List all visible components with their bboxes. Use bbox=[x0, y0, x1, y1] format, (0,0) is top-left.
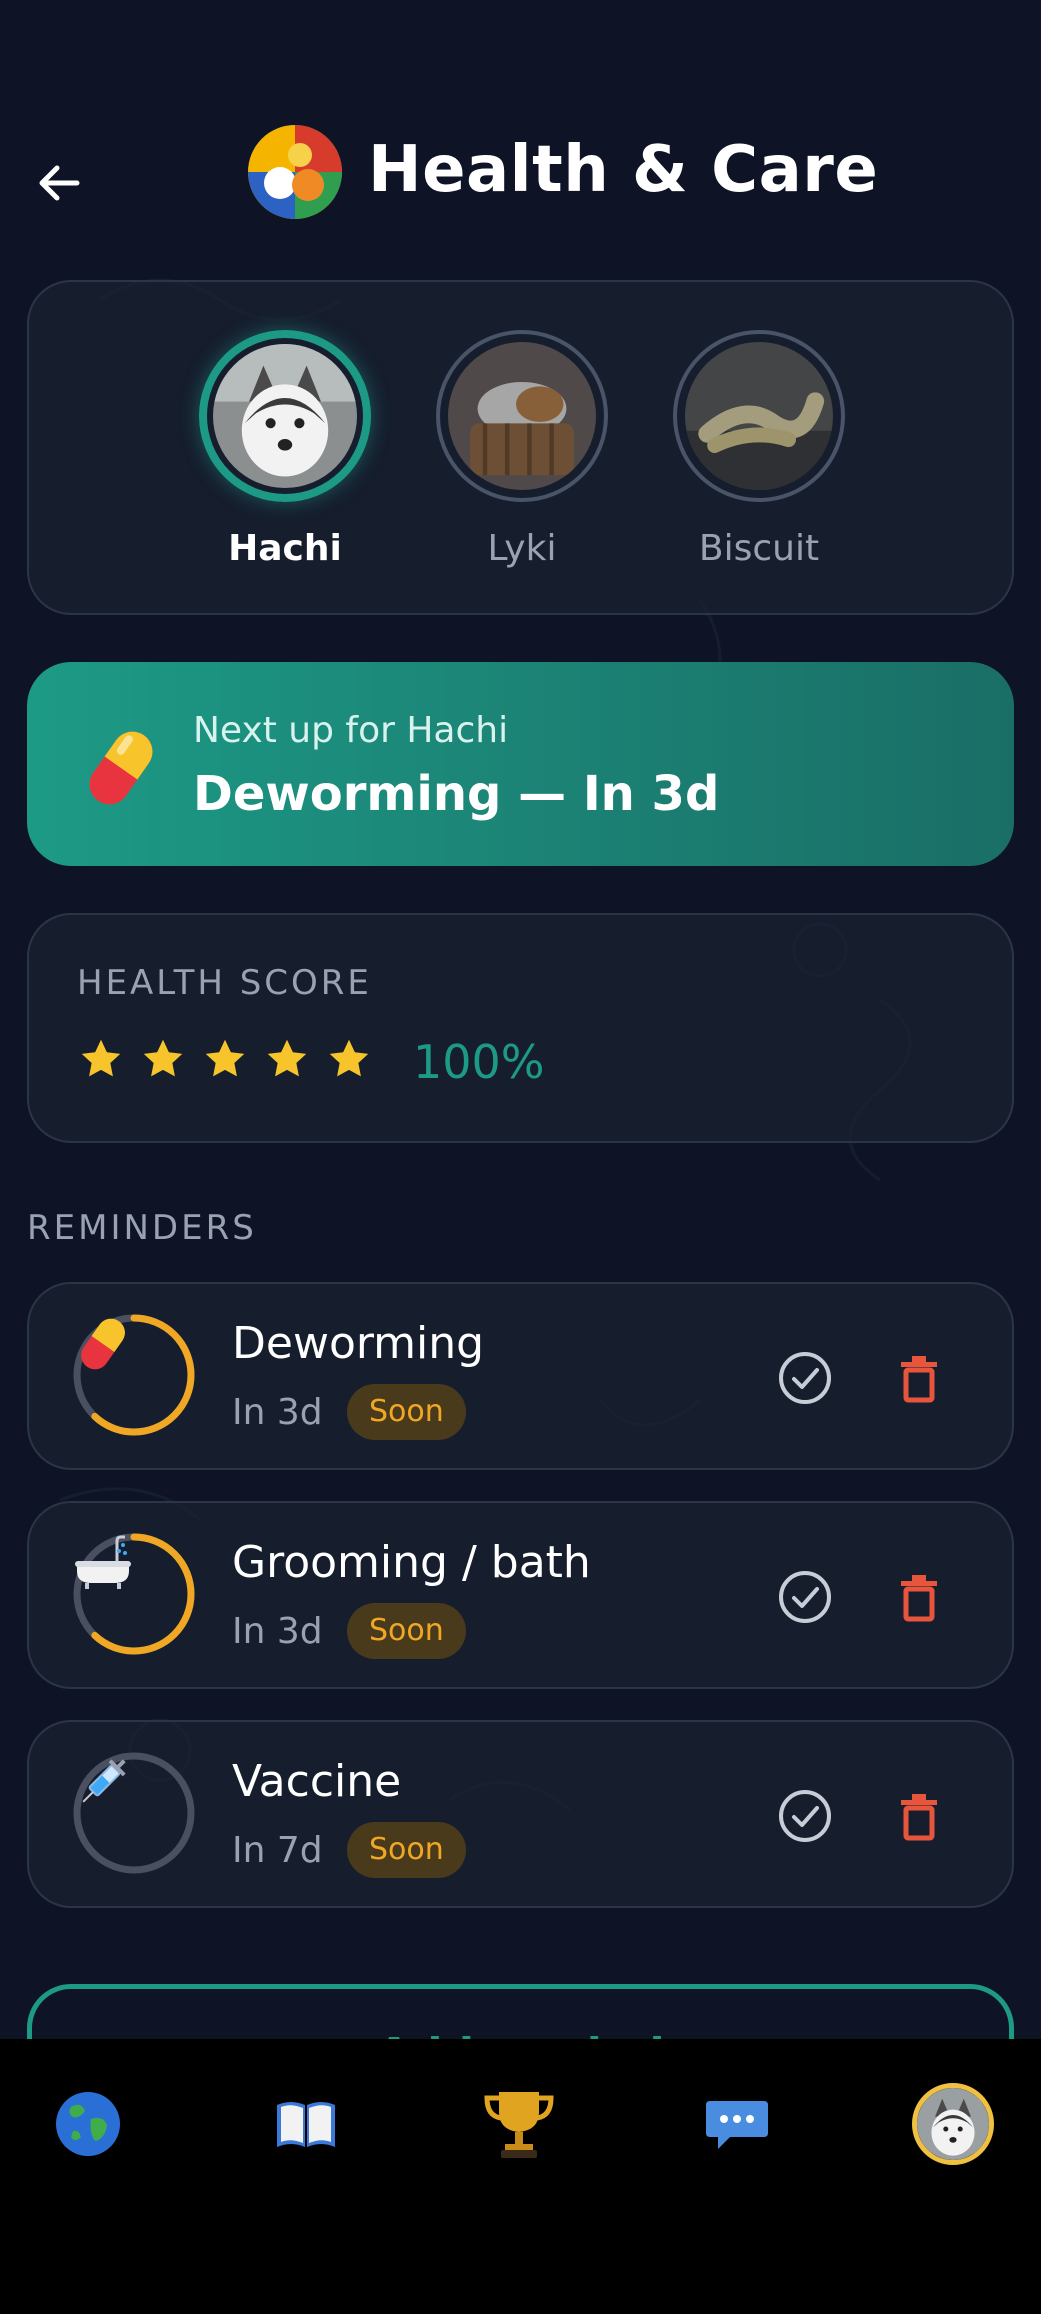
health-score-label: HEALTH SCORE bbox=[77, 963, 372, 1003]
next-up-label: Next up for Hachi bbox=[193, 710, 509, 751]
book-icon bbox=[277, 2102, 335, 2147]
pill-icon bbox=[71, 1312, 197, 1438]
pet-name: Lyki bbox=[487, 528, 557, 569]
profile-avatar bbox=[912, 2083, 994, 2165]
reminder-due: In 3d bbox=[232, 1611, 323, 1652]
reminder-due: In 3d bbox=[232, 1392, 323, 1433]
reminder-item[interactable]: Vaccine In 7d Soon bbox=[27, 1720, 1014, 1908]
nav-explore[interactable] bbox=[43, 2079, 133, 2169]
health-score-percent: 100% bbox=[413, 1035, 545, 1089]
reminder-title: Vaccine bbox=[232, 1756, 402, 1807]
pet-photo-dog bbox=[213, 344, 357, 488]
page-title: Health & Care bbox=[368, 133, 879, 207]
bathtub-icon bbox=[71, 1531, 197, 1657]
reminder-item[interactable]: Deworming In 3d Soon bbox=[27, 1282, 1014, 1470]
nav-profile[interactable] bbox=[908, 2079, 998, 2169]
progress-ring bbox=[71, 1750, 197, 1876]
nav-achievements[interactable] bbox=[474, 2079, 564, 2169]
star-icon bbox=[205, 1039, 245, 1077]
star-icon bbox=[267, 1039, 307, 1077]
status-badge: Soon bbox=[347, 1384, 466, 1440]
reminder-title: Grooming / bath bbox=[232, 1537, 591, 1588]
status-badge: Soon bbox=[347, 1822, 466, 1878]
back-button[interactable] bbox=[30, 153, 90, 213]
reminder-due: In 7d bbox=[232, 1830, 323, 1871]
next-up-banner[interactable]: Next up for Hachi Deworming — In 3d bbox=[27, 662, 1014, 866]
nav-messages[interactable] bbox=[692, 2079, 782, 2169]
progress-ring bbox=[71, 1531, 197, 1657]
pill-icon bbox=[75, 722, 167, 814]
trash-icon[interactable] bbox=[891, 1350, 947, 1406]
arrow-left-icon bbox=[39, 165, 80, 201]
star-icon bbox=[81, 1039, 121, 1077]
pet-biscuit[interactable]: Biscuit bbox=[673, 330, 845, 569]
syringe-icon bbox=[71, 1750, 197, 1876]
header: Health & Care bbox=[0, 115, 1041, 235]
check-circle-icon[interactable] bbox=[777, 1569, 833, 1625]
pet-name: Hachi bbox=[228, 528, 342, 569]
check-circle-icon[interactable] bbox=[777, 1788, 833, 1844]
next-up-value: Deworming — In 3d bbox=[193, 766, 720, 822]
star-rating bbox=[79, 1037, 371, 1081]
status-badge: Soon bbox=[347, 1603, 466, 1659]
trash-icon[interactable] bbox=[891, 1788, 947, 1844]
app-logo bbox=[248, 125, 342, 219]
globe-icon bbox=[56, 2092, 120, 2156]
nav-library[interactable] bbox=[261, 2079, 351, 2169]
trash-icon[interactable] bbox=[891, 1569, 947, 1625]
trophy-icon bbox=[484, 2092, 554, 2158]
pet-hachi[interactable]: Hachi bbox=[199, 330, 371, 569]
reminders-heading: REMINDERS bbox=[27, 1208, 257, 1248]
star-icon bbox=[143, 1039, 183, 1077]
reminder-title: Deworming bbox=[232, 1318, 485, 1369]
pet-photo-guinea-pig bbox=[448, 342, 596, 490]
health-score-card: HEALTH SCORE 100% bbox=[27, 913, 1014, 1143]
pet-selector: Hachi Lyki Biscuit bbox=[27, 280, 1014, 615]
pet-photo-snake bbox=[685, 342, 833, 490]
reminder-item[interactable]: Grooming / bath In 3d Soon bbox=[27, 1501, 1014, 1689]
pet-lyki[interactable]: Lyki bbox=[436, 330, 608, 569]
chat-icon bbox=[706, 2101, 768, 2149]
pet-name: Biscuit bbox=[698, 528, 820, 569]
progress-ring bbox=[71, 1312, 197, 1438]
check-circle-icon[interactable] bbox=[777, 1350, 833, 1406]
star-icon bbox=[329, 1039, 369, 1077]
bottom-nav bbox=[0, 2039, 1041, 2314]
